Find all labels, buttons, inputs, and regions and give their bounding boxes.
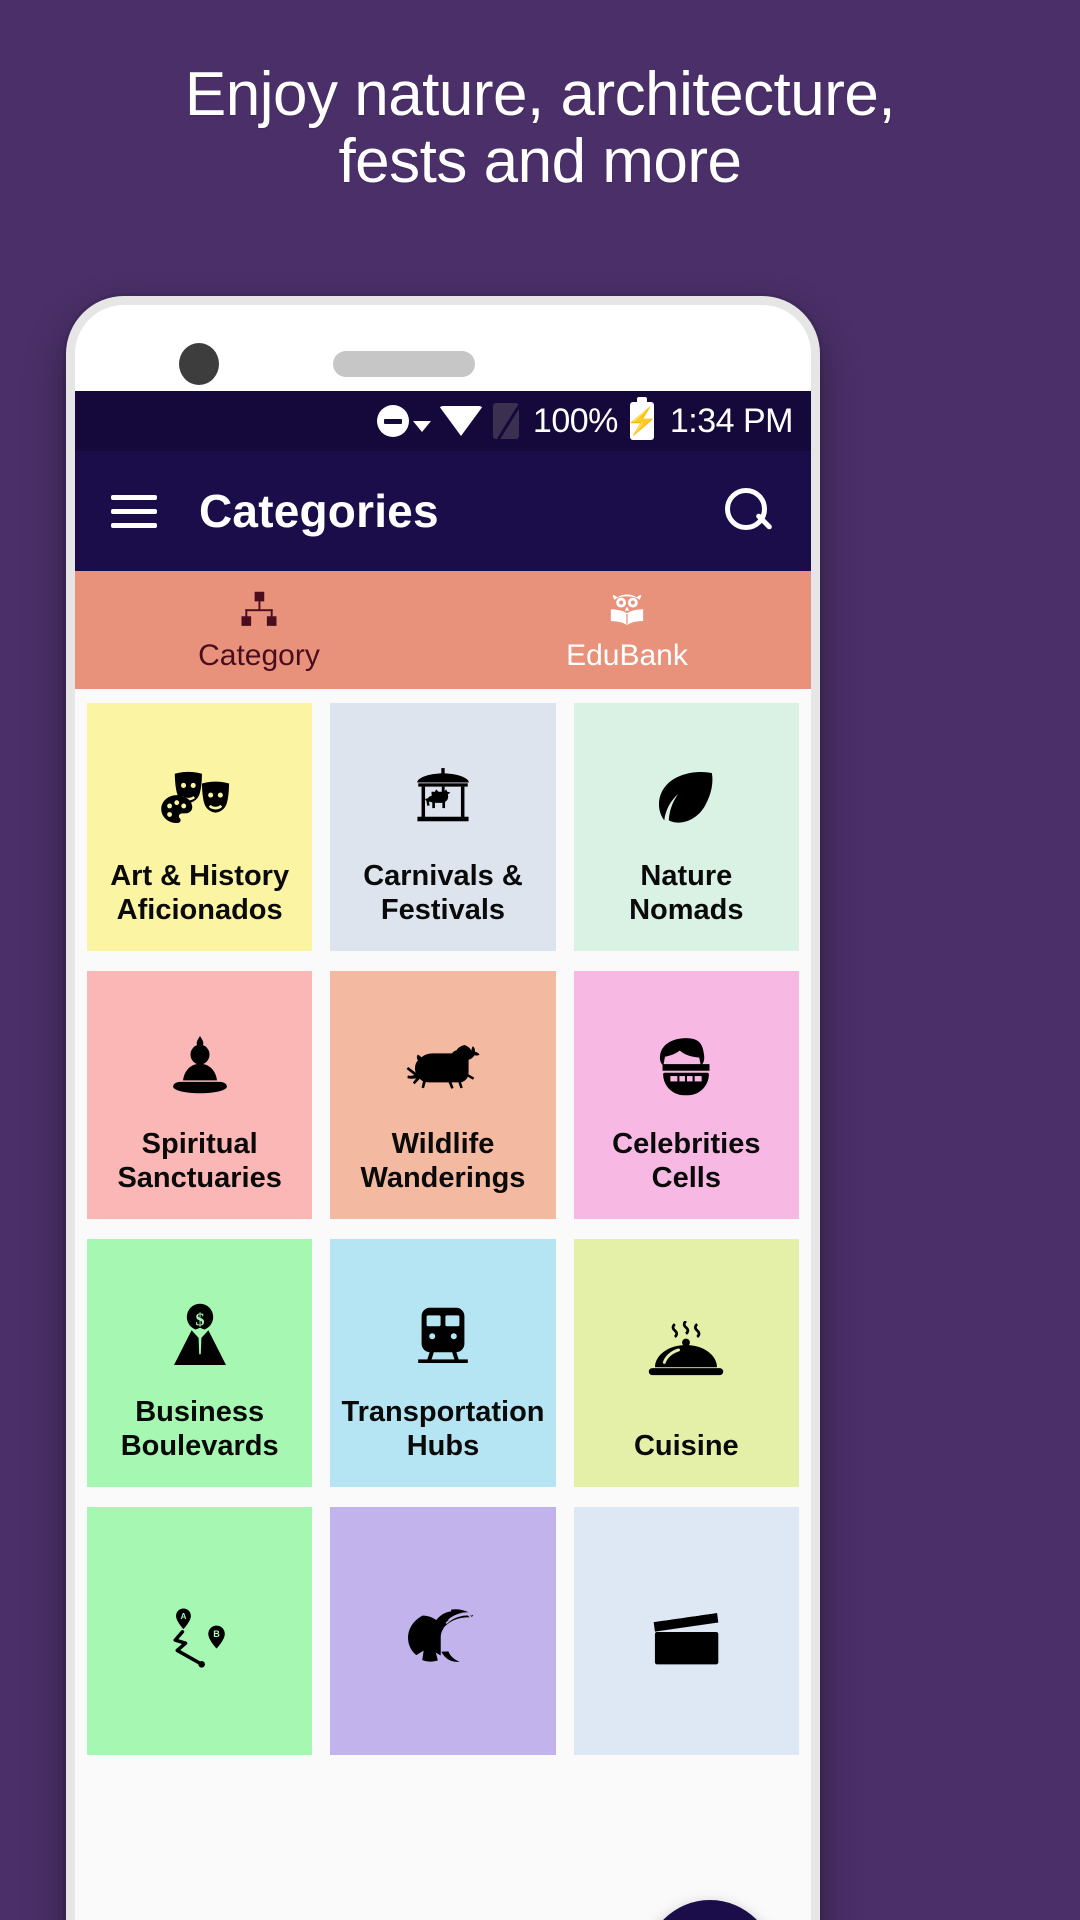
category-tile-art-history[interactable]: Art & History Aficionados xyxy=(87,703,313,951)
category-tile-cuisine[interactable]: Cuisine xyxy=(573,1239,799,1487)
app-bar: Categories xyxy=(75,451,811,571)
category-tile-carnivals-festivals[interactable]: Carnivals & Festivals xyxy=(330,703,556,951)
food-cloche-icon xyxy=(648,1275,724,1429)
category-tile-wildlife-wanderings[interactable]: Wildlife Wanderings xyxy=(330,971,556,1219)
front-camera-icon xyxy=(179,343,219,385)
category-tile-nature-nomads[interactable]: Nature Nomads xyxy=(573,703,799,951)
clapperboard-icon xyxy=(650,1543,722,1731)
promo-headline: Enjoy nature, architecture, fests and mo… xyxy=(0,60,1080,196)
train-icon xyxy=(415,1275,471,1395)
category-grid: Art & History Aficionados Carnivals & Fe… xyxy=(75,689,811,1755)
category-tile-label: Spiritual Sanctuaries xyxy=(117,1127,282,1194)
category-tile-label: Cuisine xyxy=(633,1429,739,1462)
category-tile-spartan[interactable] xyxy=(330,1507,556,1755)
battery-bolt-glyph: ⚡ xyxy=(625,406,659,436)
earpiece-speaker xyxy=(333,351,475,377)
category-tile-label: Art & History Aficionados xyxy=(110,859,290,926)
tab-edubank[interactable]: EduBank xyxy=(443,571,811,689)
category-tile-label: Transportation Hubs xyxy=(341,1395,545,1462)
promo-line-1: Enjoy nature, architecture, xyxy=(184,60,896,129)
tab-bar: Category EduBank xyxy=(75,571,811,689)
leaf-icon xyxy=(654,739,718,859)
category-tile-celebrities-cells[interactable]: Celebrities Cells xyxy=(573,971,799,1219)
category-tile-business-boulevards[interactable]: $ Business Boulevards xyxy=(87,1239,313,1487)
category-tile-cinema[interactable] xyxy=(573,1507,799,1755)
tab-category[interactable]: Category xyxy=(75,571,443,689)
category-tile-spiritual-sanctuaries[interactable]: Spiritual Sanctuaries xyxy=(87,971,313,1219)
category-tile-label: Nature Nomads xyxy=(629,859,744,926)
floating-action-button[interactable] xyxy=(645,1900,775,1920)
category-tile-label: Carnivals & Festivals xyxy=(363,859,523,926)
sitemap-icon xyxy=(237,587,281,635)
category-tile-transportation-hubs[interactable]: Transportation Hubs xyxy=(330,1239,556,1487)
lion-icon xyxy=(398,1007,488,1127)
category-tile-label: Business Boulevards xyxy=(120,1395,279,1462)
app-screen: 100% ⚡ 1:34 PM Categories Category EduBa… xyxy=(75,391,811,1920)
businessman-icon: $ xyxy=(170,1275,230,1395)
svg-text:B: B xyxy=(213,1629,220,1639)
svg-text:$: $ xyxy=(195,1309,204,1329)
tab-category-label: Category xyxy=(198,639,320,672)
spartan-helmet-icon xyxy=(406,1543,480,1731)
svg-text:A: A xyxy=(180,1612,186,1621)
battery-percent-label: 100% xyxy=(532,401,618,440)
status-bar-clock: 1:34 PM xyxy=(669,401,794,440)
status-bar: 100% ⚡ 1:34 PM xyxy=(75,391,811,451)
no-sim-icon xyxy=(492,403,519,439)
category-tile-label: Wildlife Wanderings xyxy=(360,1127,526,1194)
wifi-icon xyxy=(438,406,483,436)
category-tile-route[interactable]: A B xyxy=(87,1507,313,1755)
tab-edubank-label: EduBank xyxy=(566,639,688,672)
page-title: Categories xyxy=(199,485,439,537)
hamburger-menu-icon[interactable] xyxy=(111,486,157,537)
category-tile-label: Celebrities Cells xyxy=(612,1127,761,1194)
phone-bezel-top xyxy=(75,305,811,391)
route-map-icon: A B xyxy=(164,1543,236,1731)
buddha-icon xyxy=(172,1007,227,1127)
theatre-masks-palette-icon xyxy=(160,739,239,859)
search-icon[interactable] xyxy=(723,486,773,536)
dropdown-caret-icon xyxy=(412,420,431,432)
promo-line-2: fests and more xyxy=(338,126,742,196)
battery-charging-icon: ⚡ xyxy=(626,397,658,440)
carousel-icon xyxy=(410,739,476,859)
phone-mockup: 100% ⚡ 1:34 PM Categories Category EduBa… xyxy=(66,296,820,1920)
owl-book-icon xyxy=(603,587,651,635)
do-not-disturb-icon xyxy=(376,405,413,437)
celebrity-face-icon xyxy=(651,1007,721,1127)
